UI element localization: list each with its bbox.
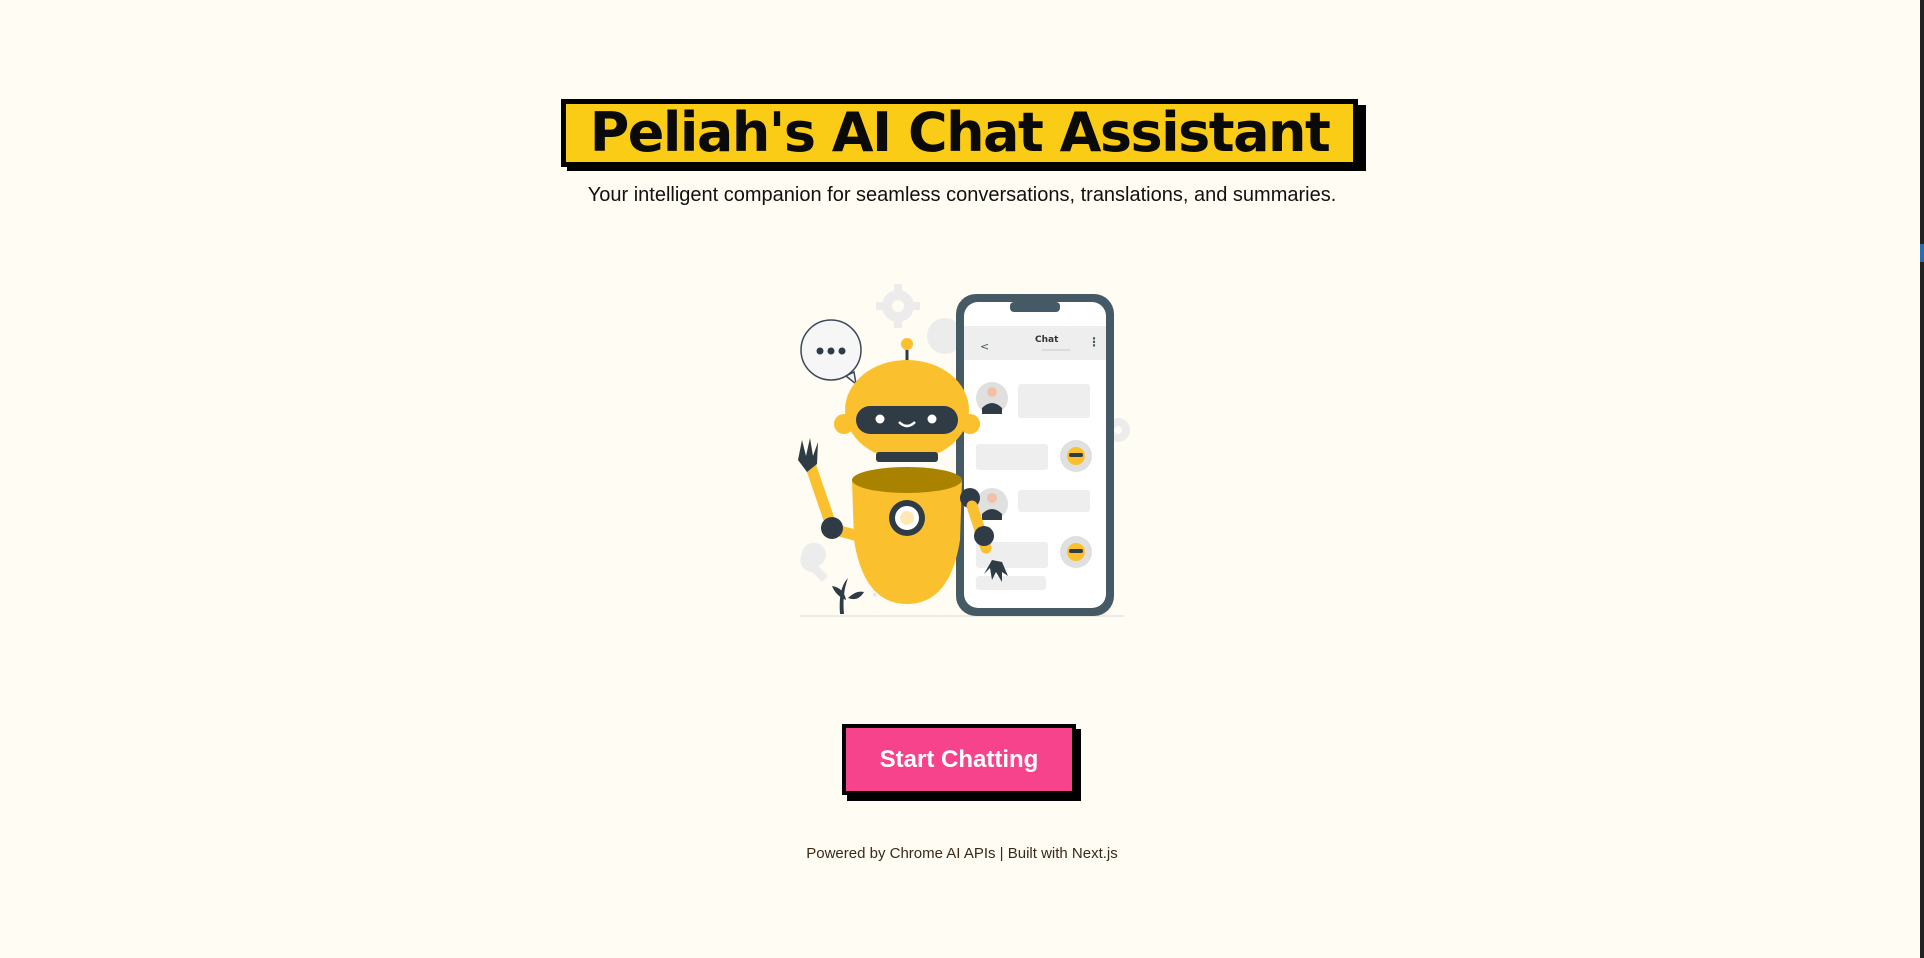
footer-credits: Powered by Chrome AI APIs | Built with N…	[806, 845, 1118, 862]
scrollbar-track[interactable]	[1920, 0, 1924, 958]
scrollbar-thumb[interactable]	[1920, 244, 1924, 262]
svg-text:<: <	[980, 340, 989, 353]
svg-text:⋮: ⋮	[1088, 335, 1100, 349]
page-title: Peliah's AI Chat Assistant	[589, 101, 1331, 164]
start-chatting-button[interactable]: Start Chatting	[842, 724, 1076, 795]
robot-chat-illustration: ? < Chat ⋮	[798, 284, 1130, 617]
start-chatting-button-wrap: Start Chatting	[842, 724, 1082, 802]
phone-icon: < Chat ⋮	[956, 294, 1114, 616]
title-block: Peliah's AI Chat Assistant	[561, 99, 1366, 171]
speech-bubble-icon	[800, 319, 862, 386]
landing-page: Peliah's AI Chat Assistant Your intellig…	[0, 0, 1924, 958]
svg-text:Chat: Chat	[1035, 335, 1059, 345]
title-highlight: Peliah's AI Chat Assistant	[561, 99, 1358, 167]
gear-icon	[876, 284, 920, 328]
plant-icon	[832, 578, 864, 614]
page-subtitle: Your intelligent companion for seamless …	[587, 184, 1337, 206]
wrench-icon	[800, 542, 828, 582]
